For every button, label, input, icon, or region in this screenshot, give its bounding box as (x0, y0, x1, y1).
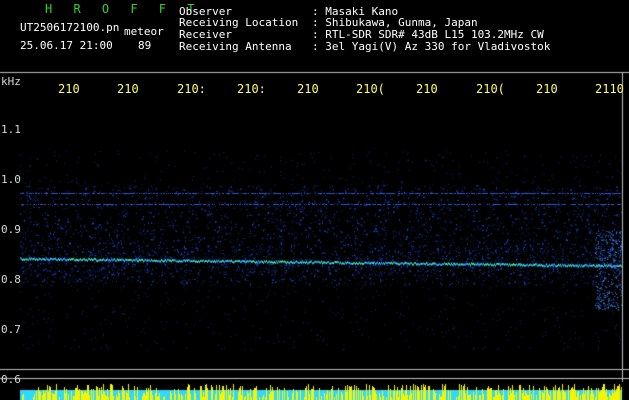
x-tick-label: 210( (476, 82, 505, 96)
spectrogram-screen: H R O F F T UT2506172100.pn meteor 25.06… (0, 0, 629, 400)
datetime-label: 25.06.17 21:00 (20, 39, 113, 52)
x-tick-label: 210 (297, 82, 319, 96)
y-tick-label: 0.9 (1, 223, 21, 236)
y-tick-label: 1.1 (1, 123, 21, 136)
x-tick-label: 210: (177, 82, 206, 96)
info-key-antenna: Receiving Antenna (179, 40, 292, 53)
y-tick-label: 0.7 (1, 323, 21, 336)
y-tick-label: 0.8 (1, 273, 21, 286)
axis-unit-label: kHz (1, 75, 21, 88)
x-tick-label: 210 (536, 82, 558, 96)
y-tick-label: 0.6 (1, 373, 21, 386)
spectrogram-plot (0, 0, 629, 400)
filename-label: UT2506172100.pn (20, 21, 120, 34)
info-value-antenna: : 3el Yagi(V) Az 330 for Vladivostok (312, 40, 551, 53)
meteor-label: meteor (124, 25, 164, 38)
x-tick-label: 210 (117, 82, 139, 96)
x-tick-label: 210( (356, 82, 385, 96)
x-tick-label: 210: (237, 82, 266, 96)
station-title: H R O F F T (45, 2, 202, 16)
x-tick-label: 210 (58, 82, 80, 96)
meteor-count: 89 (138, 39, 152, 52)
x-tick-label: 210 (416, 82, 438, 96)
y-tick-label: 1.0 (1, 173, 21, 186)
x-tick-label: 2110 (595, 82, 624, 96)
